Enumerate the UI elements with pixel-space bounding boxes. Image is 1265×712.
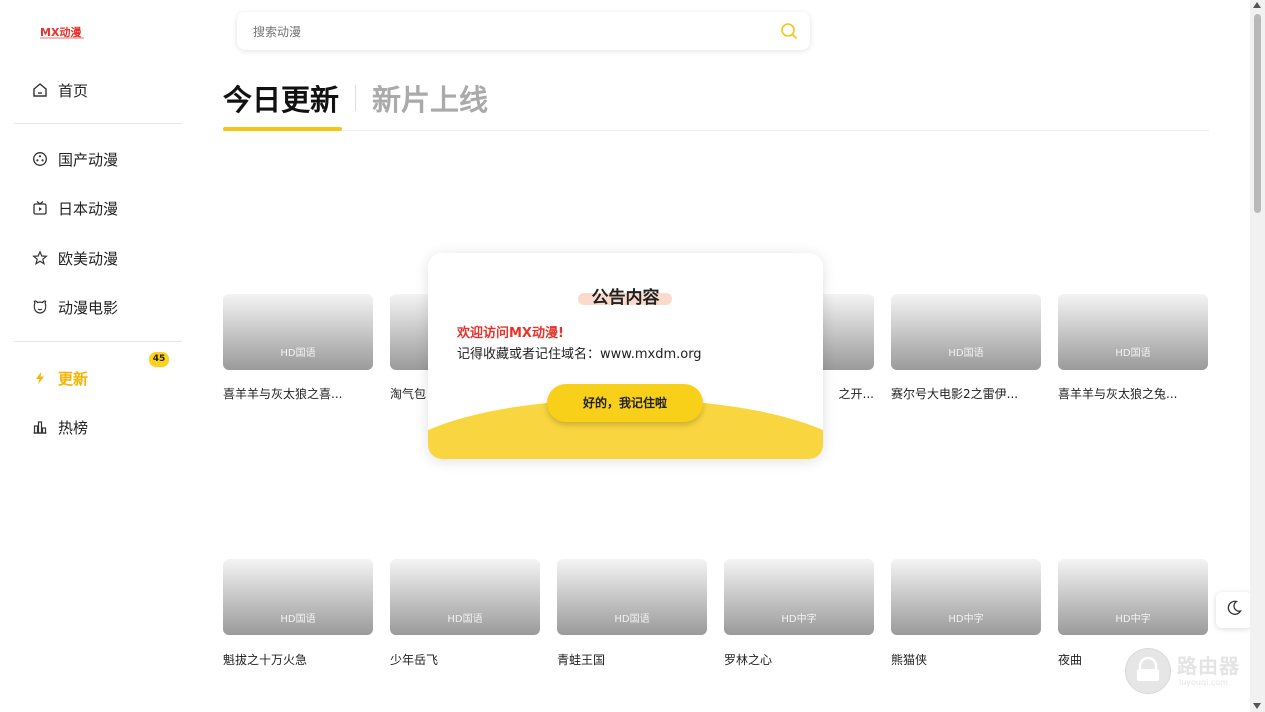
- card-title: 青蛙王国: [557, 653, 606, 667]
- anime-card[interactable]: HD国语 赛尔号大电影2之雷伊...: [891, 294, 1041, 409]
- sidebar-item-home[interactable]: 首页: [32, 78, 88, 102]
- page-scrollbar[interactable]: [1250, 0, 1265, 712]
- quality-badge: HD国语: [948, 348, 984, 359]
- quality-badge: HD中字: [1115, 614, 1151, 625]
- watermark-text: 路由器: [1177, 654, 1240, 678]
- tab-baseline: [223, 130, 1209, 131]
- tab-separator: [355, 85, 357, 111]
- active-tab-indicator: [223, 127, 342, 131]
- anime-card[interactable]: HD中字 罗林之心: [724, 559, 874, 674]
- sidebar-item-anime-movies[interactable]: 动漫电影: [32, 295, 118, 319]
- quality-badge: HD中字: [781, 614, 817, 625]
- sidebar-divider: [14, 123, 182, 124]
- router-logo-icon: [1125, 648, 1171, 694]
- bear-icon: [32, 299, 48, 315]
- tab-today-updates[interactable]: 今日更新: [223, 77, 339, 119]
- quality-badge: HD国语: [614, 614, 650, 625]
- moon-icon: [1225, 599, 1243, 621]
- quality-badge: HD国语: [447, 614, 483, 625]
- quality-badge: HD国语: [280, 348, 316, 359]
- search-bar: [237, 12, 810, 50]
- home-icon: [32, 82, 48, 98]
- watermark-subtext: luyouqi.com: [1179, 678, 1228, 687]
- sidebar-item-label: 日本动漫: [58, 199, 119, 218]
- card-title: 熊猫侠: [891, 653, 928, 667]
- scrollbar-thumb[interactable]: [1254, 14, 1261, 213]
- quality-badge: HD中字: [948, 614, 984, 625]
- announcement-modal: 公告内容 欢迎访问MX动漫! 记得收藏或者记住域名：www.mxdm.org 好…: [428, 253, 823, 459]
- star-icon: [32, 250, 48, 266]
- sidebar-item-hot-list[interactable]: 热榜: [32, 415, 88, 439]
- anime-card[interactable]: HD国语 喜羊羊与灰太狼之兔...: [1058, 294, 1208, 409]
- sidebar-item-label: 欧美动漫: [58, 249, 119, 268]
- sidebar-item-label: 更新: [58, 369, 89, 388]
- quality-badge: HD国语: [280, 614, 316, 625]
- sidebar-item-domestic-anime[interactable]: 国产动漫: [32, 147, 118, 171]
- card-title: 罗林之心: [724, 653, 773, 667]
- sidebar-item-label: 热榜: [58, 418, 89, 437]
- scroll-up-arrow-icon[interactable]: [1253, 2, 1261, 8]
- sidebar-divider: [14, 341, 182, 342]
- watermark: 路由器 luyouqi.com: [1125, 648, 1250, 694]
- sidebar-item-label: 国产动漫: [58, 150, 119, 169]
- card-title: 喜羊羊与灰太狼之兔...: [1058, 387, 1178, 401]
- sidebar-item-western-anime[interactable]: 欧美动漫: [32, 246, 118, 270]
- anime-card[interactable]: HD中字 熊猫侠: [891, 559, 1041, 674]
- acknowledge-button[interactable]: 好的，我记住啦: [547, 384, 703, 422]
- card-title: 喜羊羊与灰太狼之喜...: [223, 387, 343, 401]
- card-title: 少年岳飞: [390, 653, 439, 667]
- anime-card[interactable]: HD国语 魁拔之十万火急: [223, 559, 373, 674]
- search-input[interactable]: [251, 21, 755, 43]
- tv-icon: [32, 200, 48, 216]
- card-title: 赛尔号大电影2之雷伊...: [891, 387, 1019, 401]
- sidebar-item-label: 首页: [58, 81, 89, 100]
- update-count-badge: 45: [148, 351, 170, 368]
- sidebar-item-japanese-anime[interactable]: 日本动漫: [32, 196, 118, 220]
- scroll-down-arrow-icon[interactable]: [1253, 703, 1261, 709]
- lightning-icon: [32, 370, 48, 386]
- quality-badge: HD国语: [1115, 348, 1151, 359]
- logo-underline: [40, 37, 84, 39]
- sidebar-item-label: 动漫电影: [58, 298, 119, 317]
- search-icon[interactable]: [780, 22, 798, 40]
- chart-bars-icon: [32, 419, 48, 435]
- anime-card[interactable]: HD国语 少年岳飞: [390, 559, 540, 674]
- modal-title: 公告内容: [591, 288, 660, 308]
- anime-card[interactable]: HD国语 青蛙王国: [557, 559, 707, 674]
- tab-new-releases[interactable]: 新片上线: [372, 77, 488, 119]
- card-title: 魁拔之十万火急: [223, 653, 308, 667]
- sidebar-item-updates[interactable]: 更新: [32, 366, 88, 390]
- content-tabs: 今日更新 新片上线: [223, 78, 488, 118]
- domain-message: 记得收藏或者记住域名：www.mxdm.org: [457, 347, 702, 362]
- dark-mode-toggle[interactable]: [1216, 592, 1252, 628]
- film-reel-icon: [32, 151, 48, 167]
- welcome-message: 欢迎访问MX动漫!: [457, 326, 564, 341]
- anime-card[interactable]: HD国语 喜羊羊与灰太狼之喜...: [223, 294, 373, 409]
